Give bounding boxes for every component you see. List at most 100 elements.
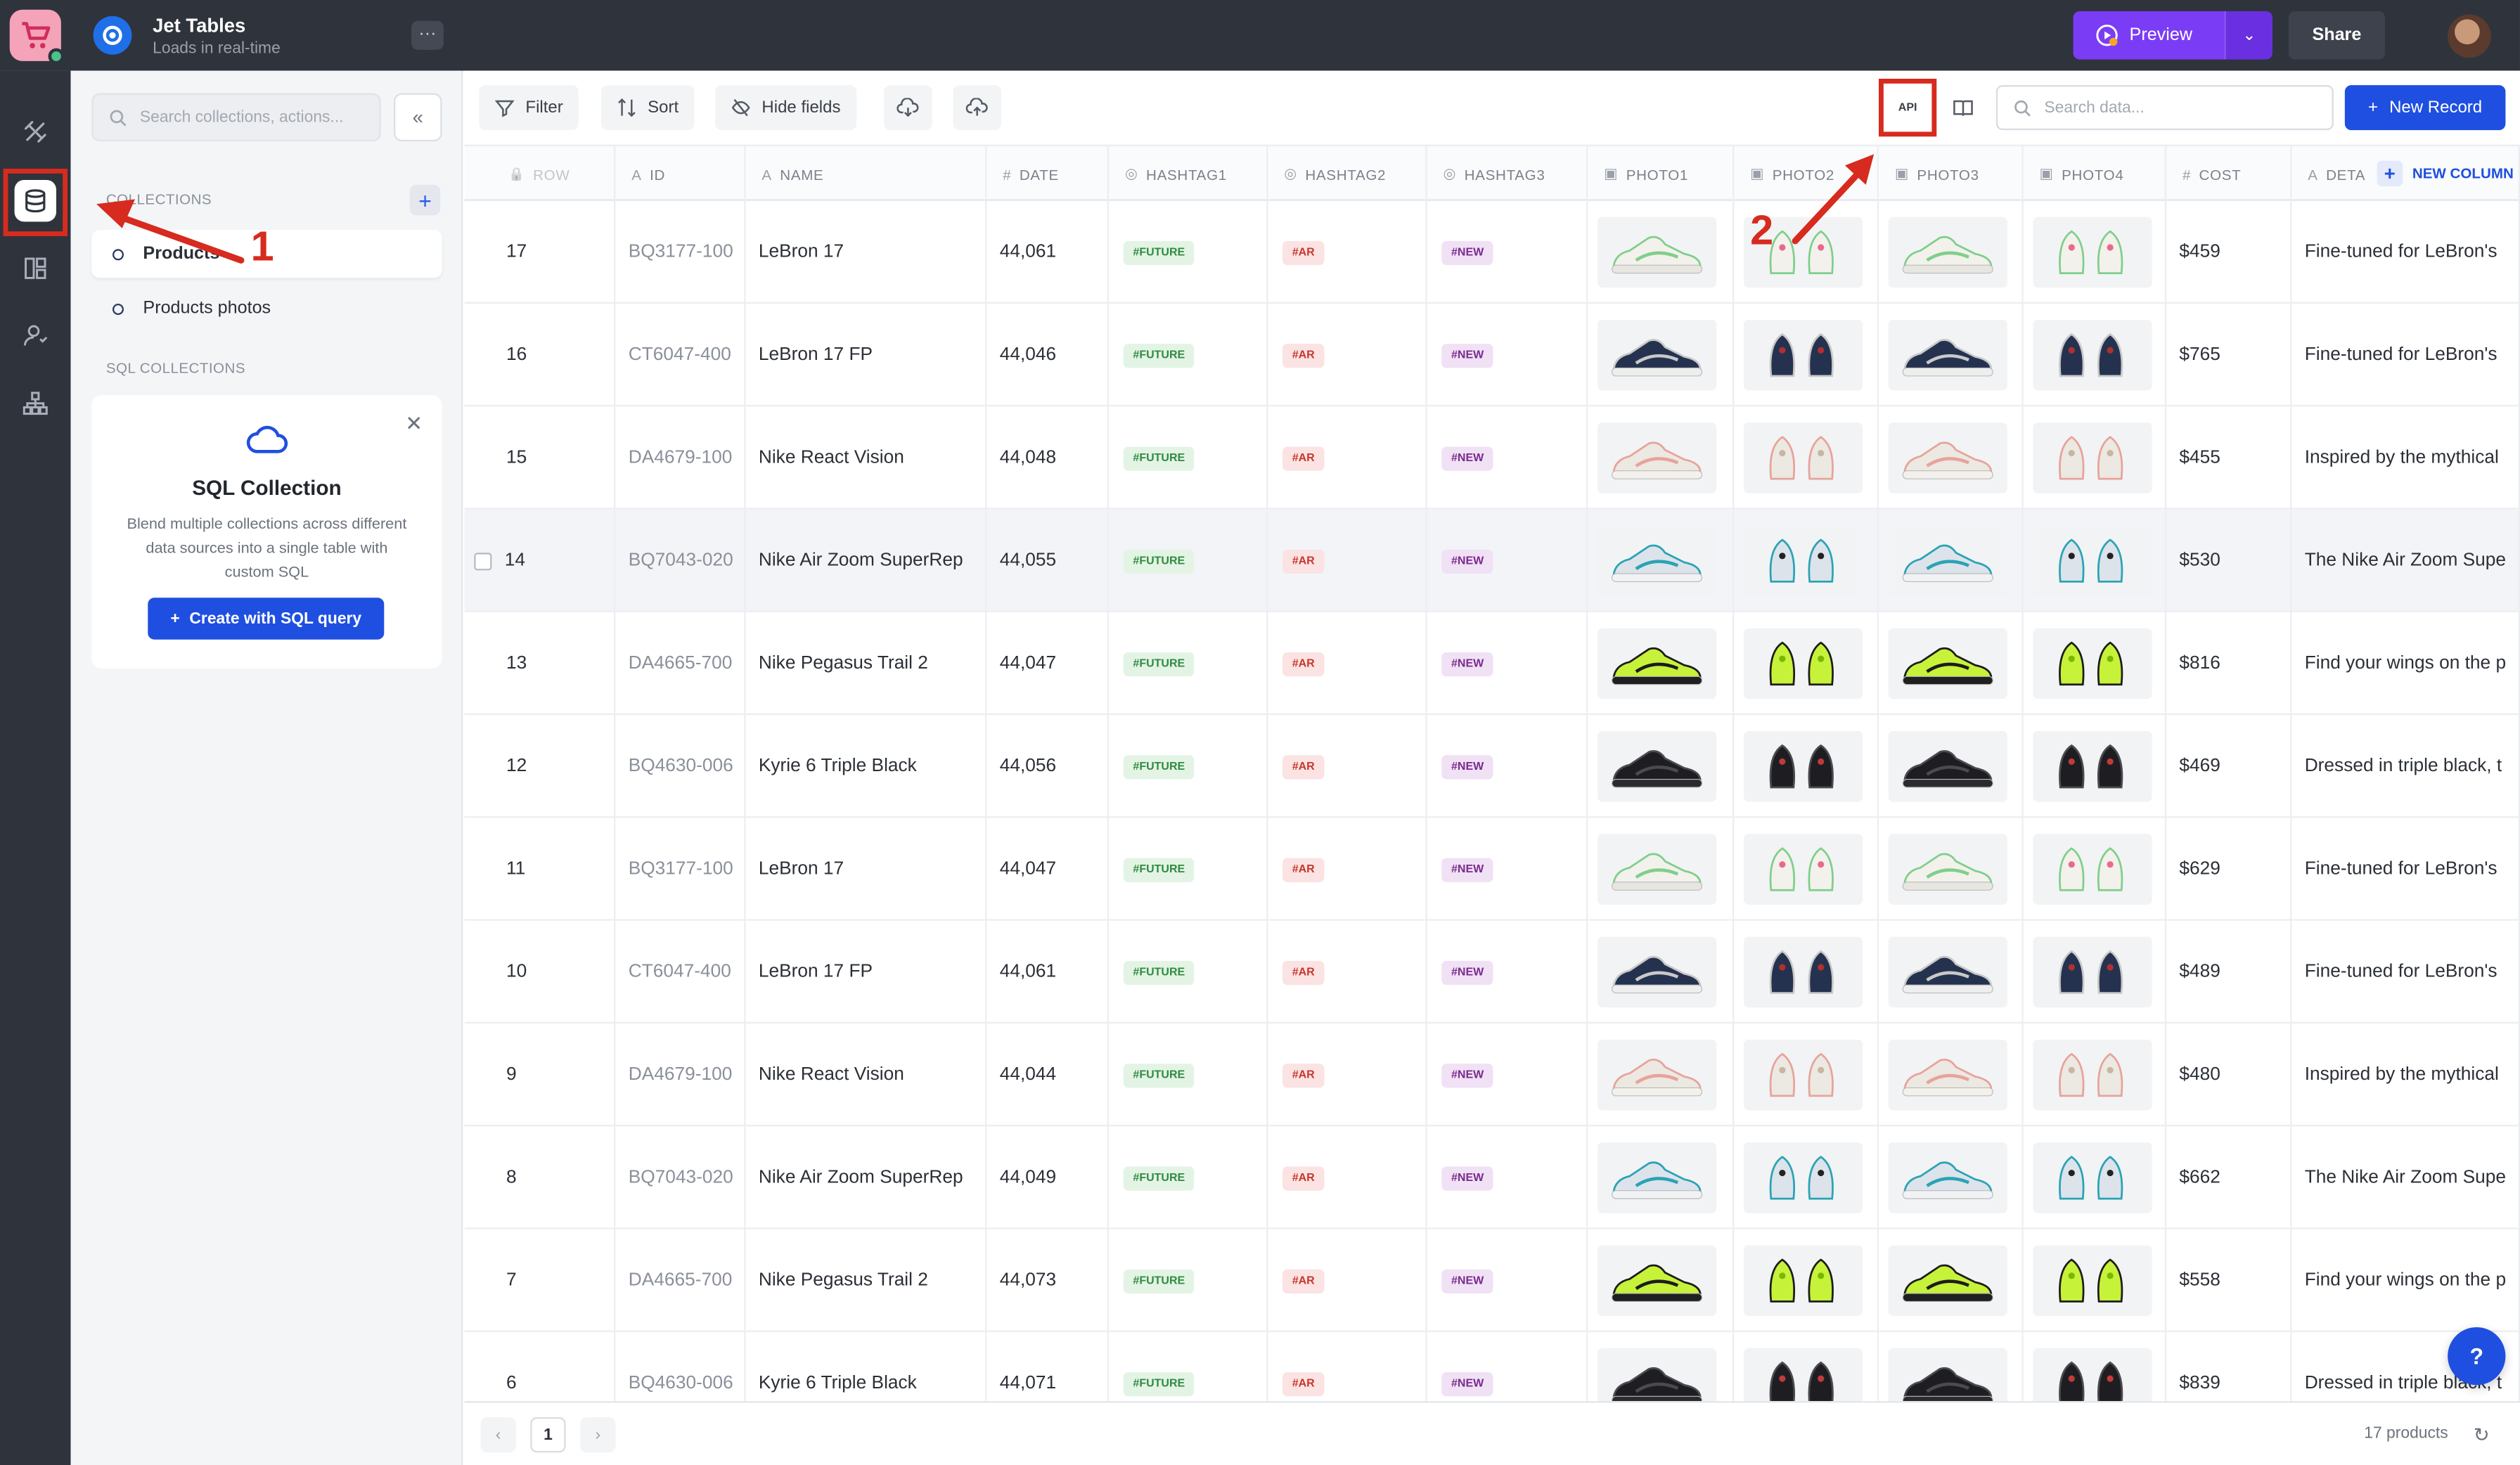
photo-thumbnail[interactable]: [1743, 422, 1863, 493]
preview-dropdown-button[interactable]: ⌄: [2224, 11, 2272, 60]
details-cell[interactable]: Inspired by the mythical: [2291, 1023, 2520, 1127]
photo1-cell[interactable]: [1588, 920, 1735, 1024]
table-row[interactable]: 15 DA4679-100 Nike React Vision 44,048 #FUTU…: [464, 406, 2520, 510]
id-cell[interactable]: BQ3177-100: [615, 200, 746, 304]
date-cell[interactable]: 44,044: [986, 1023, 1110, 1127]
row-number-cell[interactable]: 14: [465, 509, 616, 612]
photo4-cell[interactable]: [2024, 715, 2167, 818]
photo1-cell[interactable]: [1588, 818, 1735, 921]
photo-thumbnail[interactable]: [1597, 525, 1717, 596]
hashtag2-cell[interactable]: #AR: [1268, 1126, 1427, 1230]
photo1-cell[interactable]: [1588, 509, 1735, 612]
more-options-button[interactable]: ···: [411, 20, 444, 50]
hashtag1-cell[interactable]: #FUTURE: [1109, 1126, 1268, 1230]
photo4-cell[interactable]: [2024, 1126, 2167, 1230]
create-sql-query-button[interactable]: + Create with SQL query: [148, 598, 385, 640]
new-record-button[interactable]: + New Record: [2344, 85, 2506, 131]
rail-sitemap[interactable]: [15, 382, 56, 424]
photo-thumbnail[interactable]: [2033, 628, 2152, 699]
photo4-cell[interactable]: [2024, 1229, 2167, 1332]
hashtag2-cell[interactable]: #AR: [1268, 612, 1427, 716]
prev-page-button[interactable]: ‹: [480, 1416, 516, 1453]
photo-thumbnail[interactable]: [2033, 422, 2152, 493]
id-cell[interactable]: DA4665-700: [615, 1229, 746, 1332]
search-data-input[interactable]: Search data...: [1995, 85, 2334, 131]
table-row[interactable]: 12 BQ4630-006 Kyrie 6 Triple Black 44,056 #F…: [464, 715, 2520, 818]
photo3-cell[interactable]: [1879, 1126, 2024, 1230]
photo1-cell[interactable]: [1588, 1126, 1735, 1230]
hide-fields-button[interactable]: Hide fields: [715, 85, 857, 131]
column-header-photo2[interactable]: ▣ PHOTO2: [1734, 146, 1879, 202]
row-number-cell[interactable]: 11: [465, 818, 616, 921]
hashtag3-cell[interactable]: #NEW: [1427, 715, 1588, 818]
cost-cell[interactable]: $765: [2166, 303, 2292, 407]
add-collection-button[interactable]: +: [409, 184, 441, 216]
photo-thumbnail[interactable]: [1888, 1142, 2007, 1213]
page-number-button[interactable]: 1: [530, 1416, 566, 1453]
date-cell[interactable]: 44,061: [986, 200, 1110, 304]
photo2-cell[interactable]: [1734, 715, 1879, 818]
id-cell[interactable]: BQ7043-020: [615, 509, 746, 612]
photo4-cell[interactable]: [2024, 1023, 2167, 1127]
photo3-cell[interactable]: [1879, 715, 2024, 818]
name-cell[interactable]: Nike React Vision: [746, 1023, 987, 1127]
rail-tools[interactable]: [15, 111, 56, 153]
column-header-row[interactable]: 🔒 ROW: [465, 146, 616, 202]
cost-cell[interactable]: $816: [2166, 612, 2292, 716]
hashtag2-cell[interactable]: #AR: [1268, 509, 1427, 612]
id-cell[interactable]: DA4679-100: [615, 1023, 746, 1127]
column-header-id[interactable]: A ID: [615, 146, 746, 202]
photo-thumbnail[interactable]: [1743, 1142, 1863, 1213]
hashtag2-cell[interactable]: #AR: [1268, 920, 1427, 1024]
details-cell[interactable]: Fine-tuned for LeBron's: [2291, 200, 2520, 304]
photo2-cell[interactable]: [1734, 818, 1879, 921]
table-row[interactable]: 6 BQ4630-006 Kyrie 6 Triple Black 44,071 #FU…: [465, 1331, 2520, 1402]
cost-cell[interactable]: $459: [2166, 200, 2292, 304]
date-cell[interactable]: 44,047: [986, 612, 1110, 716]
collection-item-products-photos[interactable]: Products photos: [91, 285, 442, 333]
photo4-cell[interactable]: [2024, 303, 2167, 407]
cost-cell[interactable]: $480: [2166, 1023, 2292, 1127]
name-cell[interactable]: LeBron 17 FP: [746, 920, 987, 1024]
photo-thumbnail[interactable]: [2033, 1142, 2152, 1213]
photo-thumbnail[interactable]: [1743, 834, 1863, 905]
photo-thumbnail[interactable]: [1888, 1039, 2007, 1111]
photo3-cell[interactable]: [1879, 1023, 2024, 1127]
table-row[interactable]: 14 BQ7043-020 Nike Air Zoom SuperRep 44,055…: [464, 509, 2520, 612]
name-cell[interactable]: Kyrie 6 Triple Black: [746, 715, 987, 818]
photo-thumbnail[interactable]: [2033, 1348, 2152, 1402]
photo2-cell[interactable]: [1734, 1229, 1879, 1332]
row-number-cell[interactable]: 16: [465, 303, 616, 407]
photo-thumbnail[interactable]: [1597, 1348, 1717, 1402]
collapse-panel-button[interactable]: «: [393, 93, 442, 142]
hashtag3-cell[interactable]: #NEW: [1427, 612, 1588, 716]
help-button[interactable]: ?: [2448, 1327, 2506, 1386]
photo4-cell[interactable]: [2024, 920, 2167, 1024]
photo-thumbnail[interactable]: [1888, 730, 2007, 802]
hashtag1-cell[interactable]: #FUTURE: [1109, 1229, 1268, 1332]
column-header-deta[interactable]: A DETA: [2291, 146, 2520, 202]
filter-button[interactable]: Filter: [479, 85, 579, 131]
photo3-cell[interactable]: [1879, 406, 2024, 510]
photo-thumbnail[interactable]: [2033, 319, 2152, 391]
details-cell[interactable]: Inspired by the mythical: [2291, 406, 2520, 510]
photo2-cell[interactable]: [1734, 1331, 1879, 1402]
preview-button[interactable]: Preview: [2073, 11, 2225, 60]
photo-thumbnail[interactable]: [1597, 936, 1717, 1008]
details-cell[interactable]: The Nike Air Zoom Supe: [2291, 509, 2520, 612]
photo4-cell[interactable]: [2024, 818, 2167, 921]
photo-thumbnail[interactable]: [1888, 319, 2007, 391]
cost-cell[interactable]: $629: [2166, 818, 2292, 921]
photo-thumbnail[interactable]: [2033, 217, 2152, 288]
details-cell[interactable]: The Nike Air Zoom Supe: [2291, 1126, 2520, 1230]
table-row[interactable]: 8 BQ7043-020 Nike Air Zoom SuperRep 44,049 #…: [464, 1126, 2520, 1230]
name-cell[interactable]: Nike Pegasus Trail 2: [746, 612, 987, 716]
date-cell[interactable]: 44,047: [986, 818, 1110, 921]
table-row[interactable]: 7 DA4665-700 Nike Pegasus Trail 2 44,073 #FU…: [464, 1229, 2520, 1332]
row-checkbox[interactable]: [474, 552, 492, 570]
sort-button[interactable]: Sort: [600, 85, 695, 131]
hashtag2-cell[interactable]: #AR: [1268, 1023, 1427, 1127]
photo-thumbnail[interactable]: [1888, 1245, 2007, 1316]
id-cell[interactable]: BQ4630-006: [615, 715, 746, 818]
cost-cell[interactable]: $558: [2166, 1229, 2292, 1332]
